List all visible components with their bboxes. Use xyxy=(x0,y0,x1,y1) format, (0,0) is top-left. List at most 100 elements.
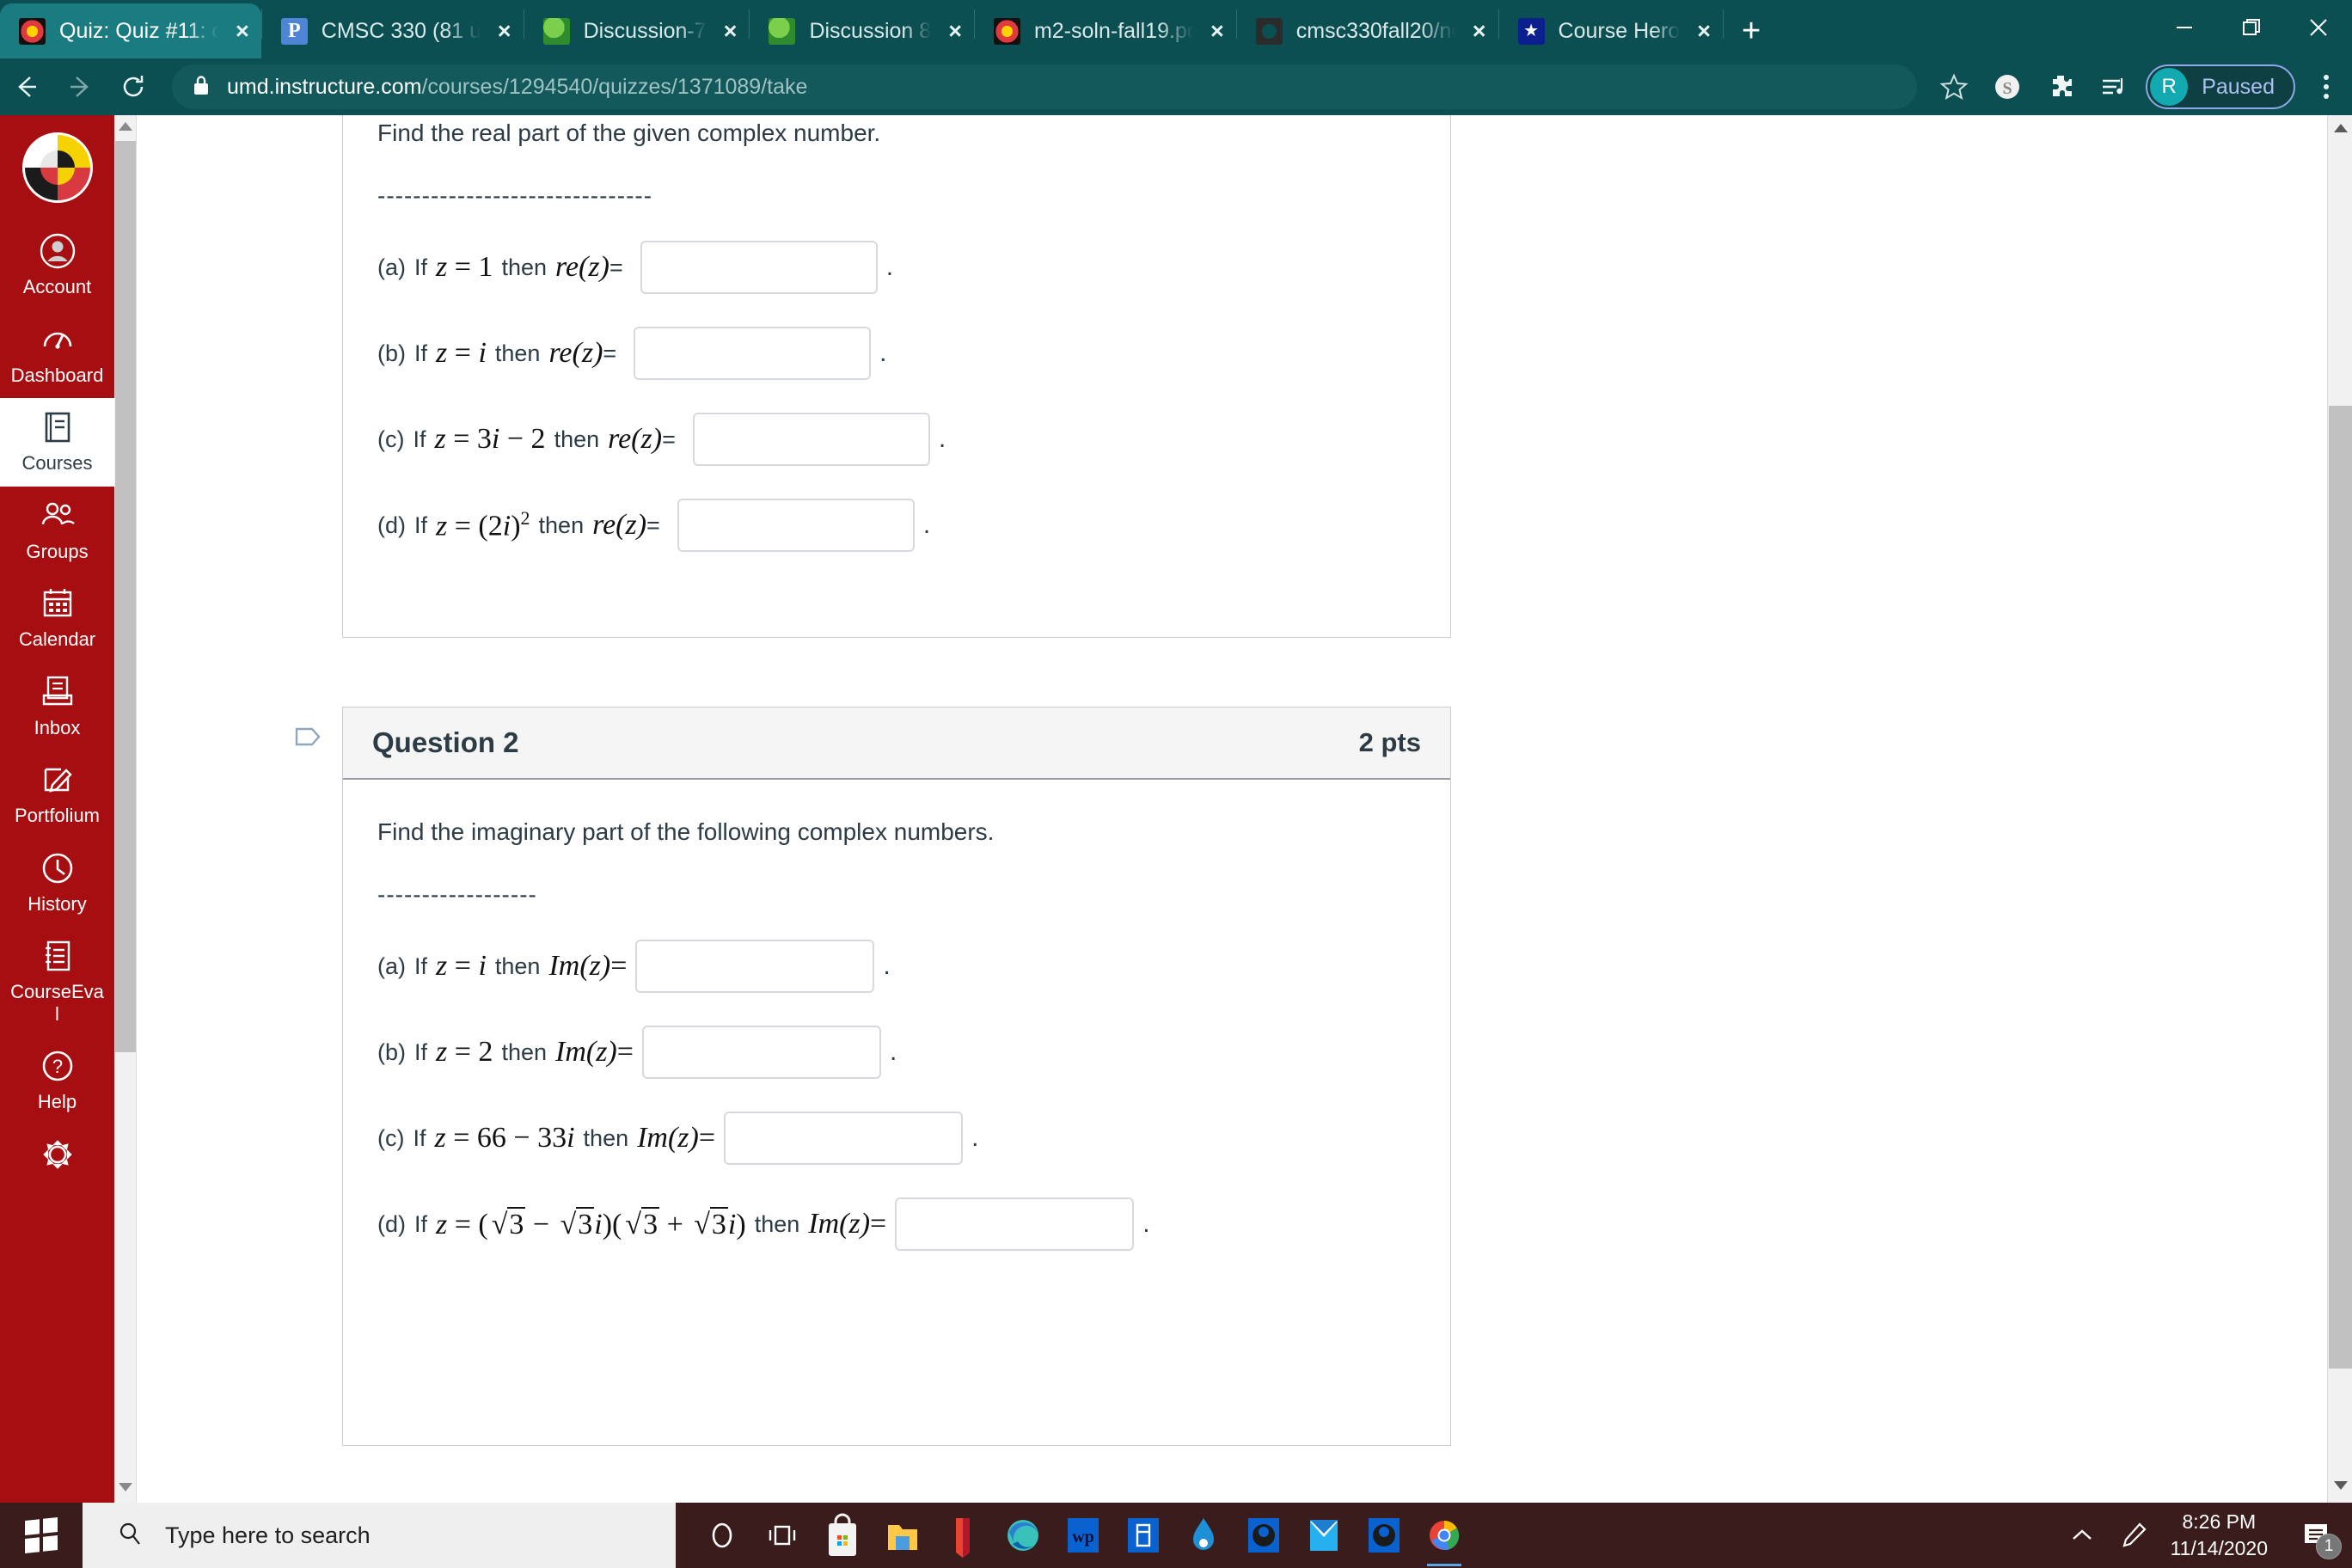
umd-seal-icon[interactable] xyxy=(21,132,93,203)
reload-button[interactable] xyxy=(107,60,160,113)
github-icon[interactable] xyxy=(1357,1503,1412,1568)
microsoft-edge-icon[interactable] xyxy=(995,1503,1050,1568)
scroll-down-arrow-icon[interactable] xyxy=(114,1481,137,1498)
extension-s-icon[interactable]: S xyxy=(1981,60,2034,113)
tab-close-button[interactable]: × xyxy=(498,19,511,43)
browser-tab-github-notes[interactable]: cmsc330fall20/not × xyxy=(1237,3,1498,58)
drupal-icon[interactable] xyxy=(1176,1503,1231,1568)
show-hidden-icons-icon[interactable] xyxy=(2067,1525,2097,1546)
bookmark-star-icon[interactable] xyxy=(1927,60,1981,113)
answer-input-2a[interactable] xyxy=(635,940,875,993)
answer-input-1c[interactable] xyxy=(692,413,930,466)
tab-close-button[interactable]: × xyxy=(1473,19,1486,43)
media-list-icon[interactable] xyxy=(2087,60,2141,113)
search-input[interactable]: Type here to search xyxy=(83,1503,676,1568)
page-scrollbar[interactable] xyxy=(2327,115,2352,1503)
answer-input-2b[interactable] xyxy=(641,1026,881,1079)
tab-close-button[interactable]: × xyxy=(1210,19,1224,43)
start-button[interactable] xyxy=(0,1503,83,1568)
adobe-reader-icon[interactable] xyxy=(935,1503,990,1568)
browser-tab-m2-soln-pdf[interactable]: m2-soln-fall19.pdf × xyxy=(975,3,1236,58)
sidebar-item-calendar[interactable]: Calendar xyxy=(0,574,114,663)
sidebar-item-label: Inbox xyxy=(34,716,81,738)
minimize-button[interactable] xyxy=(2151,0,2218,55)
browser-tab-discussion-8[interactable]: Discussion 8 × xyxy=(750,3,974,58)
tab-close-button[interactable]: × xyxy=(948,19,962,43)
sidebar-item-inbox[interactable]: Inbox xyxy=(0,663,114,751)
answer-input-2c[interactable] xyxy=(724,1112,964,1165)
answer-input-1b[interactable] xyxy=(634,327,872,380)
course-nav-scrollbar[interactable] xyxy=(114,115,137,1503)
microsoft-store-icon[interactable] xyxy=(815,1503,870,1568)
sidebar-item-history[interactable]: History xyxy=(0,839,114,928)
tab-close-button[interactable]: × xyxy=(724,19,738,43)
people-icon xyxy=(39,497,77,535)
taskbar-clock[interactable]: 8:26 PM 11/14/2020 xyxy=(2171,1509,2268,1562)
scroll-up-arrow-icon[interactable] xyxy=(114,120,137,137)
question-2-points: 2 pts xyxy=(1358,727,1421,757)
address-bar[interactable]: umd.instructure.com/courses/1294540/quiz… xyxy=(172,64,1918,109)
blue-app-icon[interactable] xyxy=(1116,1503,1171,1568)
answer-input-1a[interactable] xyxy=(640,241,878,294)
question-2-part-c: (c) If z = 66 − 33i then Im(z) = . xyxy=(377,1105,1416,1172)
wordpress-icon[interactable]: wp xyxy=(1056,1503,1111,1568)
scroll-down-arrow-icon[interactable] xyxy=(2328,1479,2352,1496)
question-1-part-d: (d) If z = (2i)2 then re(z) = . xyxy=(377,492,1416,559)
browser-tab-quiz[interactable]: Quiz: Quiz #11: co × xyxy=(0,3,261,58)
google-chrome-icon[interactable] xyxy=(1417,1503,1472,1568)
windows-taskbar: Type here to search wp 8:26 PM 11/14/202… xyxy=(0,1503,2352,1568)
sidebar-item-dashboard[interactable]: Dashboard xyxy=(0,310,114,399)
sidebar-item-groups[interactable]: Groups xyxy=(0,487,114,575)
avatar: R xyxy=(2150,68,2189,106)
scrollbar-thumb[interactable] xyxy=(115,141,136,1052)
cortana-icon[interactable] xyxy=(695,1503,750,1568)
browser-tab-cmsc330[interactable]: P CMSC 330 (81 unre × xyxy=(262,3,524,58)
sidebar-item-help[interactable]: ? Help xyxy=(0,1037,114,1125)
browser-menu-icon[interactable] xyxy=(2300,60,2352,113)
part-label: (b) xyxy=(377,340,406,366)
window-controls xyxy=(2151,0,2352,55)
sidebar-item-portfolium[interactable]: Portfolium xyxy=(0,750,114,839)
pen-workspace-icon[interactable] xyxy=(2119,1521,2148,1550)
sidebar-item-settings[interactable] xyxy=(0,1125,114,1185)
scroll-up-arrow-icon[interactable] xyxy=(2328,122,2352,138)
back-button[interactable] xyxy=(0,60,53,113)
sidebar-item-label: Groups xyxy=(26,540,89,562)
star-badge-icon: ★ xyxy=(1517,17,1545,45)
maximize-restore-button[interactable] xyxy=(2218,0,2285,55)
action-center-icon[interactable]: 1 xyxy=(2290,1503,2343,1568)
new-tab-button[interactable]: + xyxy=(1724,3,1779,58)
task-view-icon[interactable] xyxy=(755,1503,810,1568)
scrollbar-thumb[interactable] xyxy=(2329,406,2352,1369)
mail-icon[interactable] xyxy=(1296,1503,1351,1568)
sidebar-item-courses[interactable]: Courses xyxy=(0,398,114,487)
github-desktop-icon[interactable] xyxy=(1236,1503,1291,1568)
sidebar-item-label: Help xyxy=(37,1091,77,1113)
extensions-puzzle-icon[interactable] xyxy=(2034,60,2087,113)
profile-chip[interactable]: R Paused xyxy=(2146,64,2295,109)
period: . xyxy=(883,952,891,980)
svg-text:wp: wp xyxy=(1072,1528,1094,1547)
part-label: (d) xyxy=(377,1210,406,1237)
calendar-icon xyxy=(39,585,77,622)
flag-icon[interactable] xyxy=(293,726,322,761)
part-expression: z = 66 − 33i xyxy=(434,1122,575,1154)
sidebar-item-courseeval[interactable]: CourseEval xyxy=(0,927,114,1037)
close-window-button[interactable] xyxy=(2285,0,2352,55)
file-explorer-icon[interactable] xyxy=(875,1503,930,1568)
user-circle-icon xyxy=(39,232,77,270)
taskbar-pinned-apps: wp xyxy=(676,1503,2067,1568)
sidebar-item-account[interactable]: Account xyxy=(0,222,114,310)
system-tray: 8:26 PM 11/14/2020 1 xyxy=(2067,1503,2352,1568)
part-function: Im(z) xyxy=(555,1036,617,1068)
umd-icon xyxy=(993,17,1020,45)
browser-tab-course-hero[interactable]: ★ Course Hero × xyxy=(1499,3,1724,58)
answer-input-2d[interactable] xyxy=(895,1197,1135,1251)
forward-button[interactable] xyxy=(53,60,107,113)
equals-sign: = xyxy=(870,1208,887,1240)
tab-close-button[interactable]: × xyxy=(1697,19,1711,43)
period: . xyxy=(885,253,894,281)
answer-input-1d[interactable] xyxy=(677,499,915,552)
browser-tab-discussion-7[interactable]: Discussion-7 × xyxy=(524,3,750,58)
tab-close-button[interactable]: × xyxy=(236,19,249,43)
